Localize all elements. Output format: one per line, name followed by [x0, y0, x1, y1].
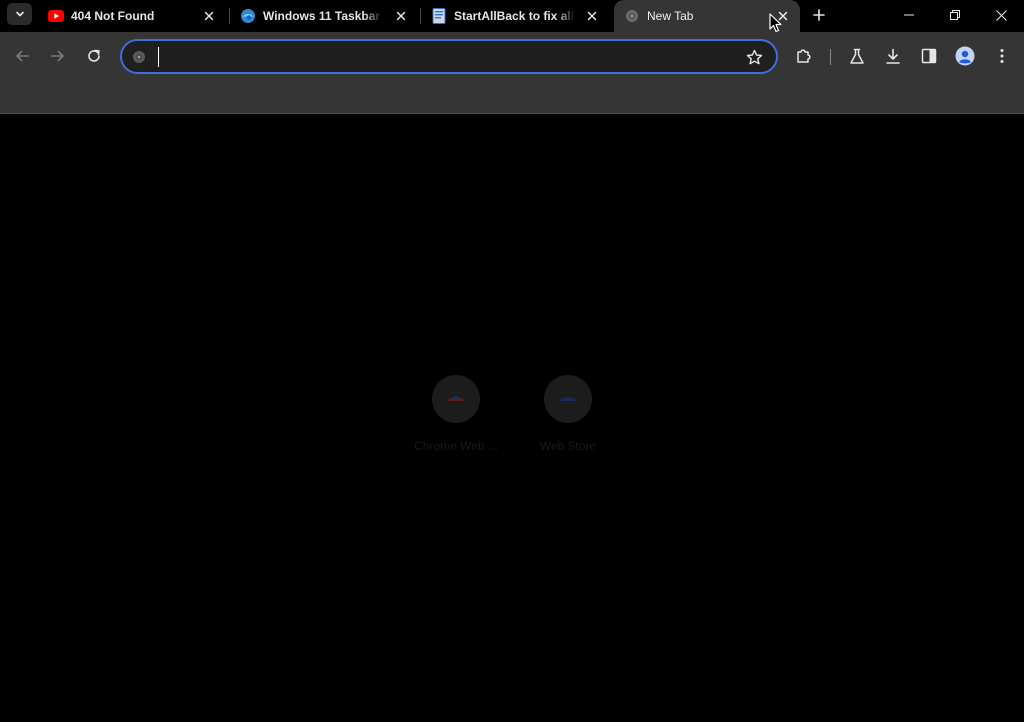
- mouse-cursor-icon: [769, 13, 782, 33]
- edge-icon: [240, 8, 256, 24]
- arrow-right-icon: [51, 50, 64, 62]
- bookmark-star-icon[interactable]: [744, 47, 764, 67]
- avatar-icon: [955, 46, 975, 66]
- shortcut-chrome-web-store[interactable]: Chrome Web ...: [400, 375, 512, 459]
- tab-title-fade: [557, 6, 575, 26]
- address-bar[interactable]: [120, 39, 778, 74]
- side-panel-icon: [921, 48, 937, 64]
- toolbar: [0, 32, 1024, 114]
- address-input[interactable]: [156, 45, 736, 68]
- downloads-button[interactable]: [879, 42, 907, 70]
- tab-startallback[interactable]: StartAllBack to fix all: [421, 0, 611, 32]
- text-caret: [158, 47, 159, 67]
- close-tab-icon[interactable]: [393, 8, 409, 24]
- side-panel-button[interactable]: [915, 42, 943, 70]
- minimize-icon: [904, 14, 914, 16]
- chrome-labs-button[interactable]: [843, 42, 871, 70]
- shortcut-label: Web Store: [539, 439, 597, 453]
- arrow-left-icon: [16, 50, 29, 62]
- menu-button[interactable]: [988, 42, 1016, 70]
- toolbar-divider: [830, 49, 831, 65]
- web-store-icon: [560, 397, 576, 401]
- back-button[interactable]: [8, 42, 36, 70]
- plus-icon: [813, 9, 825, 21]
- restore-button[interactable]: [932, 0, 978, 30]
- forward-button[interactable]: [44, 42, 72, 70]
- chrome-icon: [624, 8, 640, 24]
- chrome-logo-icon: [130, 48, 148, 66]
- close-tab-icon[interactable]: [584, 8, 600, 24]
- puzzle-icon: [797, 49, 811, 63]
- restore-icon: [950, 10, 960, 20]
- shortcut-web-store[interactable]: Web Store: [512, 375, 624, 459]
- more-vertical-icon: [1000, 49, 1004, 63]
- extensions-button[interactable]: [790, 42, 818, 70]
- tab-title: StartAllBack to fix all: [454, 9, 574, 23]
- tab-404-not-found[interactable]: 404 Not Found: [38, 0, 228, 32]
- shortcut-label: Chrome Web ...: [414, 439, 498, 453]
- reload-button[interactable]: [80, 42, 108, 70]
- tab-windows-11-taskbar[interactable]: Windows 11 Taskbar B: [230, 0, 420, 32]
- tab-title: New Tab: [647, 9, 694, 23]
- shortcut-tile: [544, 375, 592, 423]
- flask-icon: [850, 48, 864, 64]
- new-tab-page: Chrome Web ... Web Store: [0, 115, 1024, 722]
- tab-search-button[interactable]: [7, 3, 32, 25]
- close-icon: [995, 9, 1007, 21]
- chrome-web-store-icon: [448, 396, 464, 401]
- tab-title-fade: [364, 6, 382, 26]
- tab-title: 404 Not Found: [71, 9, 155, 23]
- chevron-down-icon: [15, 11, 24, 17]
- minimize-button[interactable]: [886, 0, 932, 30]
- close-window-button[interactable]: [978, 0, 1024, 30]
- profile-button[interactable]: [951, 42, 979, 70]
- youtube-icon: [48, 8, 64, 24]
- tab-strip: 404 Not Found Windows 11 Taskbar B Start…: [0, 0, 1024, 32]
- document-icon: [431, 8, 447, 24]
- reload-icon: [88, 49, 100, 62]
- close-tab-icon[interactable]: [201, 8, 217, 24]
- download-icon: [886, 48, 900, 64]
- shortcut-tile: [432, 375, 480, 423]
- new-tab-button[interactable]: [808, 4, 830, 26]
